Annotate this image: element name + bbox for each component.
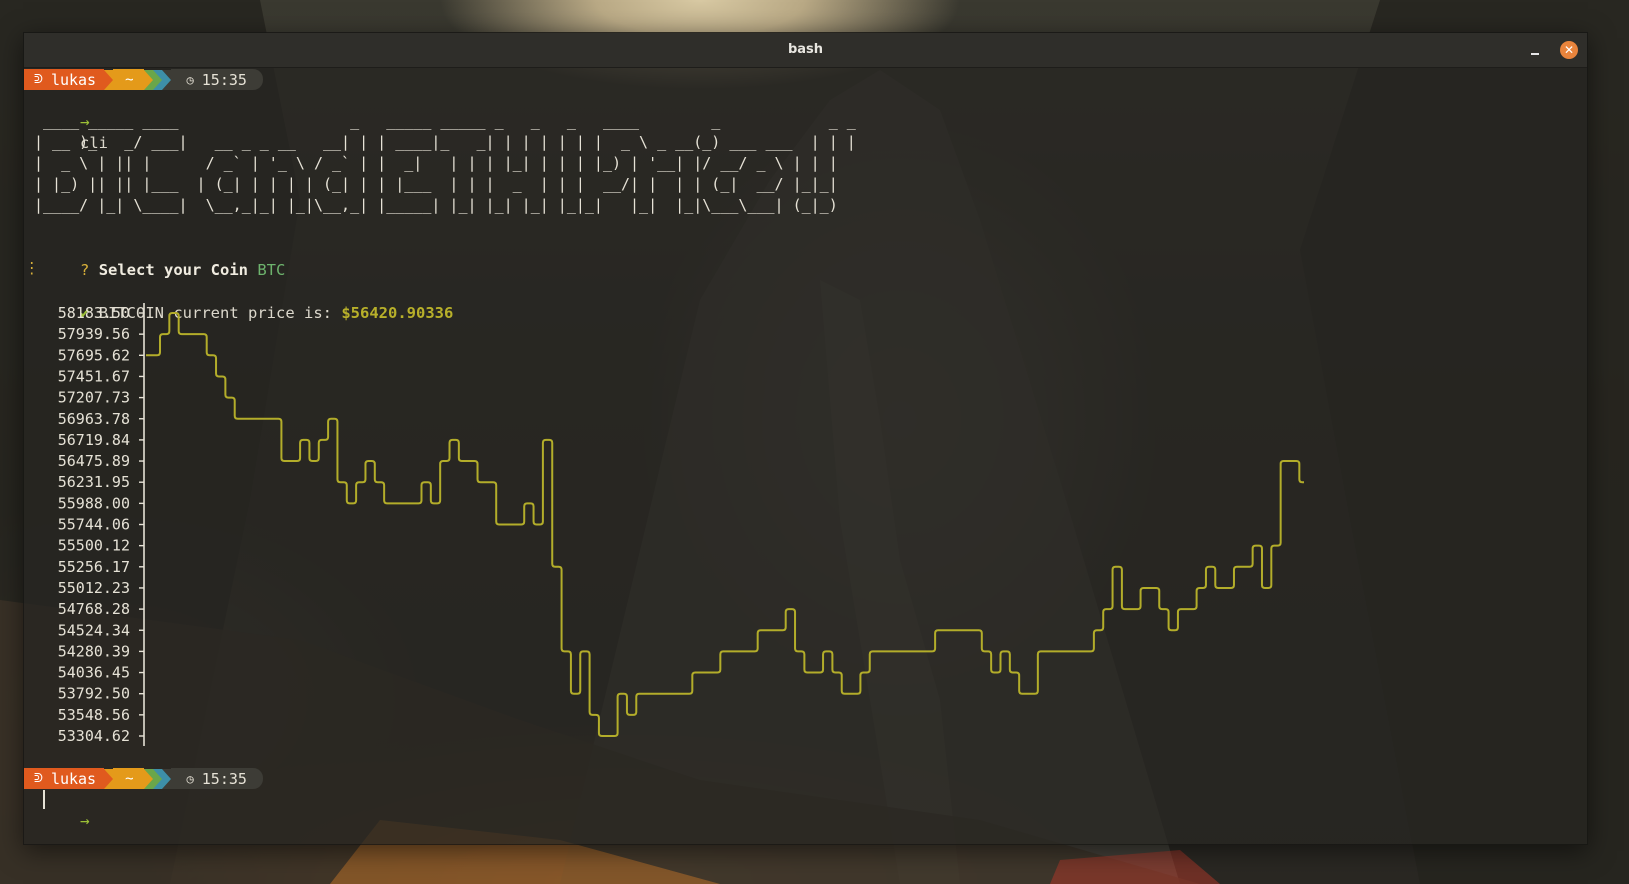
title-bar[interactable]: bash ✕ <box>24 33 1587 68</box>
y-tick-label: 56719.84 <box>58 431 130 449</box>
y-tick-label: 57939.56 <box>58 325 130 343</box>
y-tick-label: 57695.62 <box>58 346 130 364</box>
y-tick-label: 53548.56 <box>58 706 130 724</box>
y-tick-label: 54036.45 <box>58 664 130 682</box>
terminal-window[interactable]: bash ✕ ᕲ lukas ~ ◷ 15:35 → cli ____ ____… <box>23 32 1588 845</box>
clock-icon: ◷ <box>186 771 194 786</box>
input-line[interactable]: → <box>24 789 90 830</box>
price-chart: 58183.50 57939.56 57695.62 57451.67 57207.73… <box>58 303 1304 746</box>
y-tick-label: 56475.89 <box>58 452 130 470</box>
y-tick-label: 56963.78 <box>58 410 130 428</box>
minimize-icon <box>1531 53 1539 55</box>
y-tick-label: 55012.23 <box>58 579 130 597</box>
prompt-time: 15:35 <box>201 769 247 788</box>
flame-icon: ᕲ <box>34 771 43 785</box>
y-tick-label: 54280.39 <box>58 642 130 660</box>
minimize-button[interactable] <box>1527 42 1543 58</box>
prompt-user-segment: ᕲ lukas <box>24 768 105 789</box>
powerline-separator <box>152 768 162 789</box>
y-tick-label: 55988.00 <box>58 494 130 512</box>
y-tick-label: 55744.06 <box>58 516 130 534</box>
y-tick-label: 57207.73 <box>58 389 130 407</box>
y-tick-label: 56231.95 <box>58 473 130 491</box>
terminal-output[interactable]: ᕲ lukas ~ ◷ 15:35 → cli ____ _____ ____ … <box>24 68 1587 844</box>
y-tick-label: 53792.50 <box>58 685 130 703</box>
y-tick-label: 54768.28 <box>58 600 130 618</box>
prompt-line: ᕲ lukas ~ ◷ 15:35 <box>24 768 263 789</box>
prompt-arrow-icon: → <box>80 811 90 830</box>
y-tick-label: 54524.34 <box>58 621 130 639</box>
prompt-time-segment: ◷ 15:35 <box>170 768 263 789</box>
price-series-line <box>146 312 1304 737</box>
powerline-separator <box>104 768 114 789</box>
prompt-directory: ~ <box>113 768 144 789</box>
window-title: bash <box>787 42 824 57</box>
y-tick-label: 55500.12 <box>58 537 130 555</box>
y-tick-label: 57451.67 <box>58 367 130 385</box>
powerline-separator <box>161 768 171 789</box>
y-tick-label: 53304.62 <box>58 727 130 745</box>
powerline-separator <box>143 768 153 789</box>
close-button[interactable]: ✕ <box>1560 41 1578 59</box>
y-tick-label: 58183.50 <box>58 304 130 322</box>
prompt-user: lukas <box>50 769 97 788</box>
y-tick-label: 55256.17 <box>58 558 130 576</box>
text-cursor <box>43 790 45 809</box>
